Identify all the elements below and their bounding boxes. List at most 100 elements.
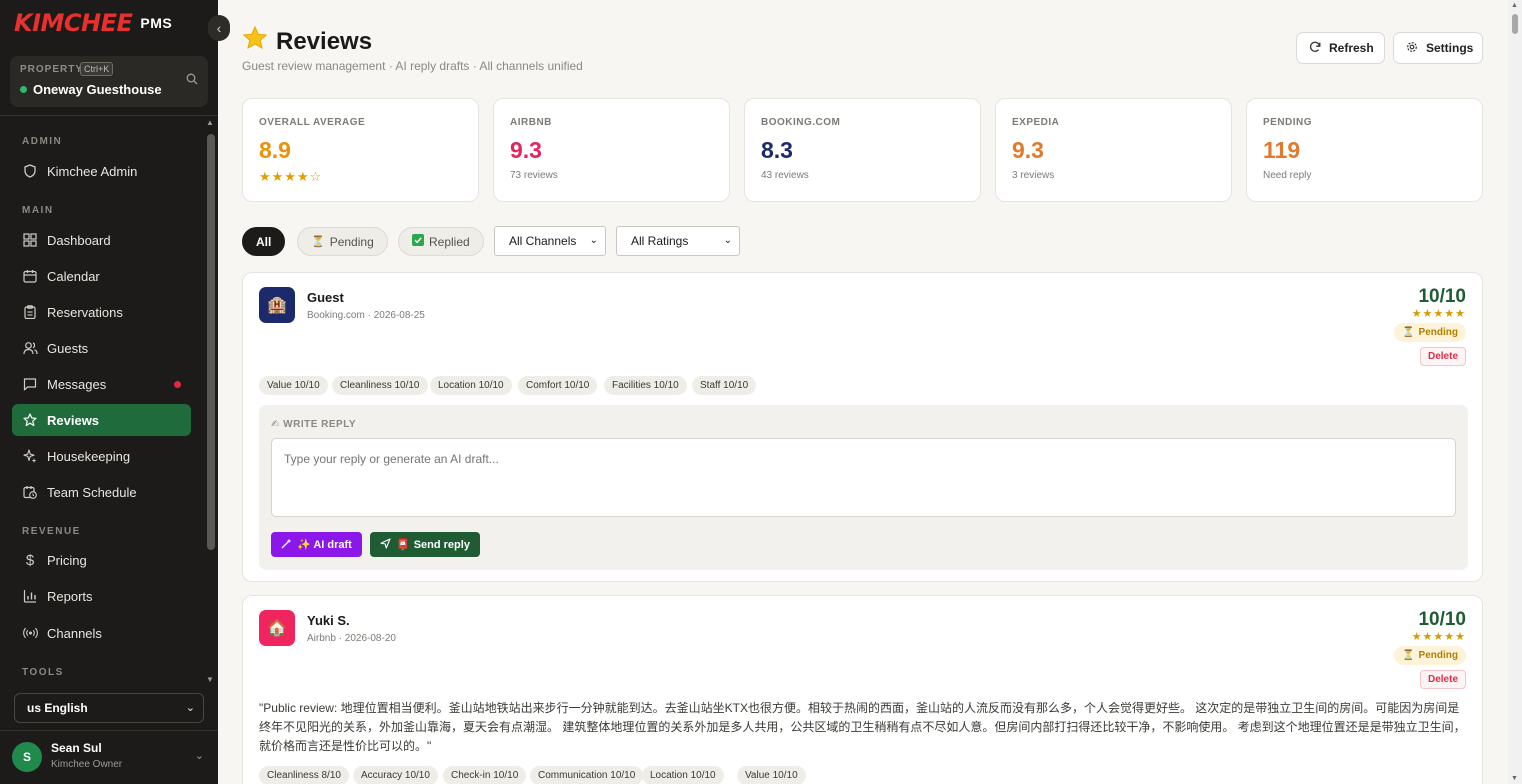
channel-select[interactable]: All Channels ⌄ xyxy=(494,226,606,256)
rating-stars: ★★★★★ xyxy=(1411,631,1466,643)
calendar-clock-icon xyxy=(22,484,38,500)
page-title-text: Reviews xyxy=(276,27,373,55)
refresh-button[interactable]: Refresh xyxy=(1296,32,1385,64)
delete-button[interactable]: Delete xyxy=(1419,347,1466,366)
sidebar-item-messages[interactable]: Messages xyxy=(12,368,191,400)
sidebar-item-reservations[interactable]: Reservations xyxy=(12,296,191,328)
score-tag: Cleanliness 8/10 xyxy=(259,766,349,784)
sidebar-item-label: Channels xyxy=(47,625,102,641)
status-badge: ⏳ Pending xyxy=(1394,646,1466,665)
review-score: 10/10 xyxy=(1418,609,1466,630)
hourglass-icon: ⏳ xyxy=(1402,650,1415,661)
stat-value: 8.9 xyxy=(259,137,291,163)
chevron-down-icon: ⌄ xyxy=(185,702,195,714)
sidebar-item-reports[interactable]: Reports xyxy=(12,580,191,612)
gear-icon xyxy=(1406,41,1418,56)
settings-button[interactable]: Settings xyxy=(1393,32,1483,64)
property-name: Oneway Guesthouse xyxy=(33,82,162,97)
delete-button[interactable]: Delete xyxy=(1419,670,1466,689)
sidebar-item-kimchee-admin[interactable]: Kimchee Admin xyxy=(12,155,191,187)
collapse-sidebar-button[interactable]: ‹ xyxy=(208,15,230,41)
scroll-up-arrow-icon[interactable]: ▲ xyxy=(206,118,214,127)
reply-composer: ✍ WRITE REPLY ✨ AI draft 📮 Send reply xyxy=(259,405,1468,570)
clipboard-icon xyxy=(22,304,38,320)
house-icon: 🏠 xyxy=(259,610,295,646)
filter-all[interactable]: All xyxy=(242,227,286,256)
sidebar-item-label: Reviews xyxy=(47,412,100,428)
broadcast-icon xyxy=(22,625,38,641)
star-icon xyxy=(22,412,38,428)
sidebar-item-label: Dashboard xyxy=(47,232,111,248)
hourglass-icon: ⏳ xyxy=(1402,327,1415,338)
stat-label: PENDING xyxy=(1263,117,1313,128)
sidebar-item-team-schedule[interactable]: Team Schedule xyxy=(12,476,191,508)
stat-card-expedia: EXPEDIA 9.3 3 reviews xyxy=(995,98,1232,202)
user-role: Kimchee Owner xyxy=(51,759,123,770)
reply-label: ✍ WRITE REPLY xyxy=(271,419,356,430)
score-tag: Location 10/10 xyxy=(642,766,724,784)
review-meta: Airbnb · 2026-08-20 xyxy=(307,633,396,644)
sidebar-divider xyxy=(0,115,218,116)
property-label: PROPERTY xyxy=(20,64,84,75)
user-menu[interactable]: S Sean Sul Kimchee Owner ⌄ xyxy=(0,730,218,784)
sidebar-item-label: Pricing xyxy=(47,552,87,568)
sidebar-item-channels[interactable]: Channels xyxy=(12,617,191,649)
stat-sub: Need reply xyxy=(1263,170,1312,181)
sidebar-item-guests[interactable]: Guests xyxy=(12,332,191,364)
rating-select[interactable]: All Ratings ⌄ xyxy=(616,226,740,256)
sidebar-item-dashboard[interactable]: Dashboard xyxy=(12,224,191,256)
reviewer-name: Yuki S. xyxy=(307,613,350,628)
filter-pending[interactable]: ⏳ Pending xyxy=(297,227,388,256)
sidebar-item-calendar[interactable]: Calendar xyxy=(12,260,191,292)
sidebar-item-pricing[interactable]: $ Pricing xyxy=(12,544,191,576)
users-icon xyxy=(22,340,38,356)
status-badge: ⏳ Pending xyxy=(1394,323,1466,342)
avatar: S xyxy=(12,742,42,772)
section-label-admin: ADMIN xyxy=(22,136,63,147)
sidebar-item-reviews[interactable]: Reviews xyxy=(12,404,191,436)
reply-textarea[interactable] xyxy=(271,438,1456,517)
search-icon[interactable] xyxy=(186,73,198,88)
score-tag: Comfort 10/10 xyxy=(518,376,598,395)
stat-card-overall: OVERALL AVERAGE 8.9 ★★★★☆ xyxy=(242,98,479,202)
shield-icon xyxy=(22,163,38,179)
filter-label: Pending xyxy=(329,234,374,249)
stat-card-booking: BOOKING.COM 8.3 43 reviews xyxy=(744,98,981,202)
unread-badge xyxy=(174,381,181,388)
filter-replied[interactable]: Replied xyxy=(398,227,484,256)
scroll-thumb[interactable] xyxy=(1512,14,1518,34)
stat-card-pending: PENDING 119 Need reply xyxy=(1246,98,1483,202)
logo-text: KIMCHEE xyxy=(14,9,133,37)
sidebar-scrollbar[interactable]: ▲ ▼ xyxy=(204,118,218,684)
chevron-down-icon: ⌄ xyxy=(194,750,204,762)
brand-logo[interactable]: KIMCHEE PMS xyxy=(14,9,173,37)
chevron-down-icon: ⌄ xyxy=(589,235,598,246)
reply-label-text: WRITE REPLY xyxy=(283,419,357,430)
send-reply-button[interactable]: 📮 Send reply xyxy=(370,532,480,557)
sidebar-item-housekeeping[interactable]: Housekeeping xyxy=(12,440,191,472)
section-label-main: MAIN xyxy=(22,205,54,216)
score-tag: Communication 10/10 xyxy=(530,766,644,784)
stat-sub: 3 reviews xyxy=(1012,170,1055,181)
refresh-label: Refresh xyxy=(1329,41,1374,55)
scroll-up-arrow-icon[interactable]: ▲ xyxy=(1511,2,1518,9)
hotel-icon: 🏨 xyxy=(259,287,295,323)
logo-suffix: PMS xyxy=(140,15,173,31)
scroll-thumb[interactable] xyxy=(207,134,215,550)
settings-label: Settings xyxy=(1426,41,1474,55)
ai-draft-button[interactable]: ✨ AI draft xyxy=(271,532,362,557)
property-switcher[interactable]: PROPERTY Ctrl+K Oneway Guesthouse xyxy=(10,56,208,107)
stat-label: BOOKING.COM xyxy=(761,117,841,128)
scroll-down-arrow-icon[interactable]: ▼ xyxy=(206,675,214,684)
review-card: 🏨 Guest Booking.com · 2026-08-25 10/10 ★… xyxy=(242,272,1483,582)
status-text: Pending xyxy=(1418,650,1458,661)
rating-select-value: All Ratings xyxy=(631,234,689,248)
star-icon xyxy=(242,25,268,58)
writing-hand-icon: ✍ xyxy=(271,419,280,430)
scroll-down-arrow-icon[interactable]: ▼ xyxy=(1511,775,1518,782)
page-scrollbar[interactable]: ▲ ▼ xyxy=(1508,0,1522,784)
send-reply-label: Send reply xyxy=(413,538,470,551)
stat-value: 9.3 xyxy=(510,137,542,163)
rating-stars: ★★★★☆ xyxy=(259,169,323,184)
language-select[interactable]: us English ⌄ xyxy=(14,693,204,723)
